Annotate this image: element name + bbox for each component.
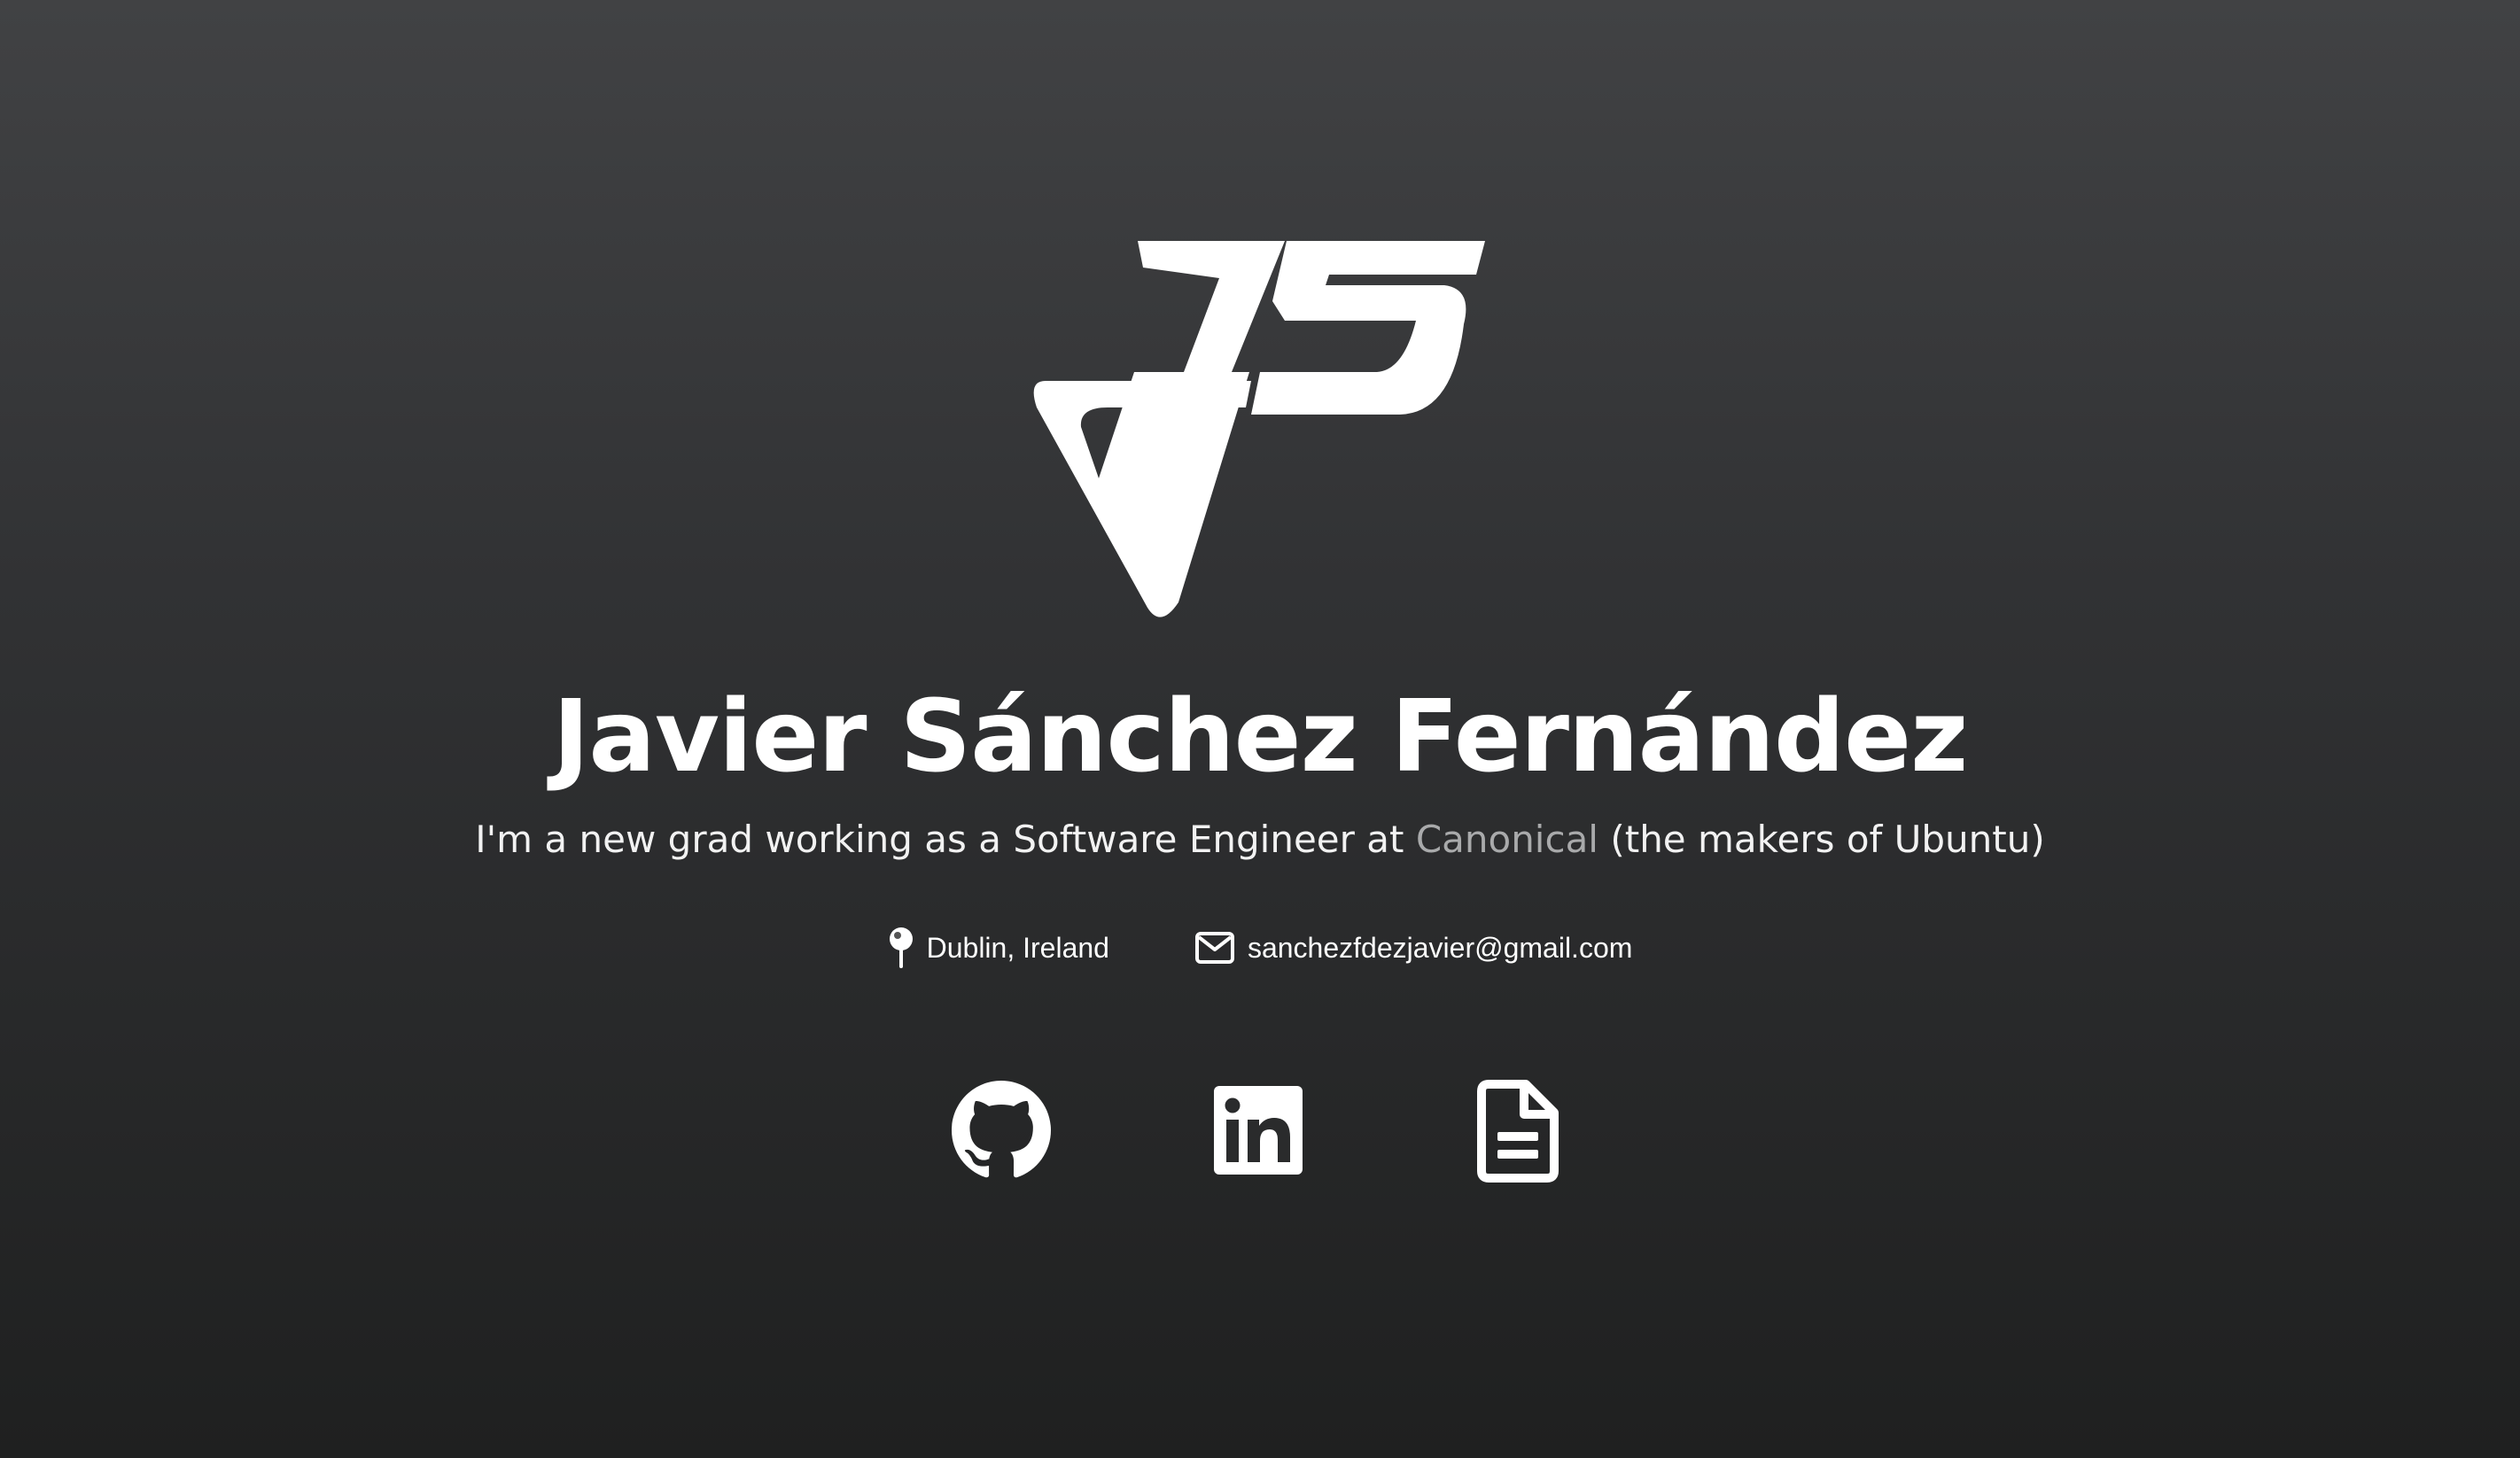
location-text: Dublin, Ireland [926,932,1109,964]
page-title: Javier Sánchez Fernández [552,679,1969,795]
email-link[interactable]: sanchezfdezjavier@gmail.com [1248,925,1632,971]
contact-row: Dublin, Ireland sanchezfdezjavier@gmail.… [0,925,2520,971]
tagline: I'm a new grad working as a Software Eng… [0,813,2520,866]
tagline-prefix: I'm a new grad working as a Software Eng… [475,818,1416,861]
tagline-suffix: (the makers of Ubuntu) [1598,818,2045,861]
logo-js-monogram [1033,241,1485,617]
canonical-link[interactable]: Canonical [1416,818,1598,861]
linkedin-link[interactable] [1214,1086,1303,1178]
github-icon [952,1081,1051,1178]
location: Dublin, Ireland [888,925,1109,971]
document-icon [1477,1080,1559,1183]
email[interactable]: sanchezfdezjavier@gmail.com [1194,925,1632,971]
resume-link[interactable] [1476,1079,1561,1187]
linkedin-icon [1214,1086,1303,1175]
social-links [948,1074,1568,1187]
envelope-icon [1194,930,1235,966]
github-link[interactable] [952,1081,1051,1183]
map-pin-icon [888,926,914,970]
